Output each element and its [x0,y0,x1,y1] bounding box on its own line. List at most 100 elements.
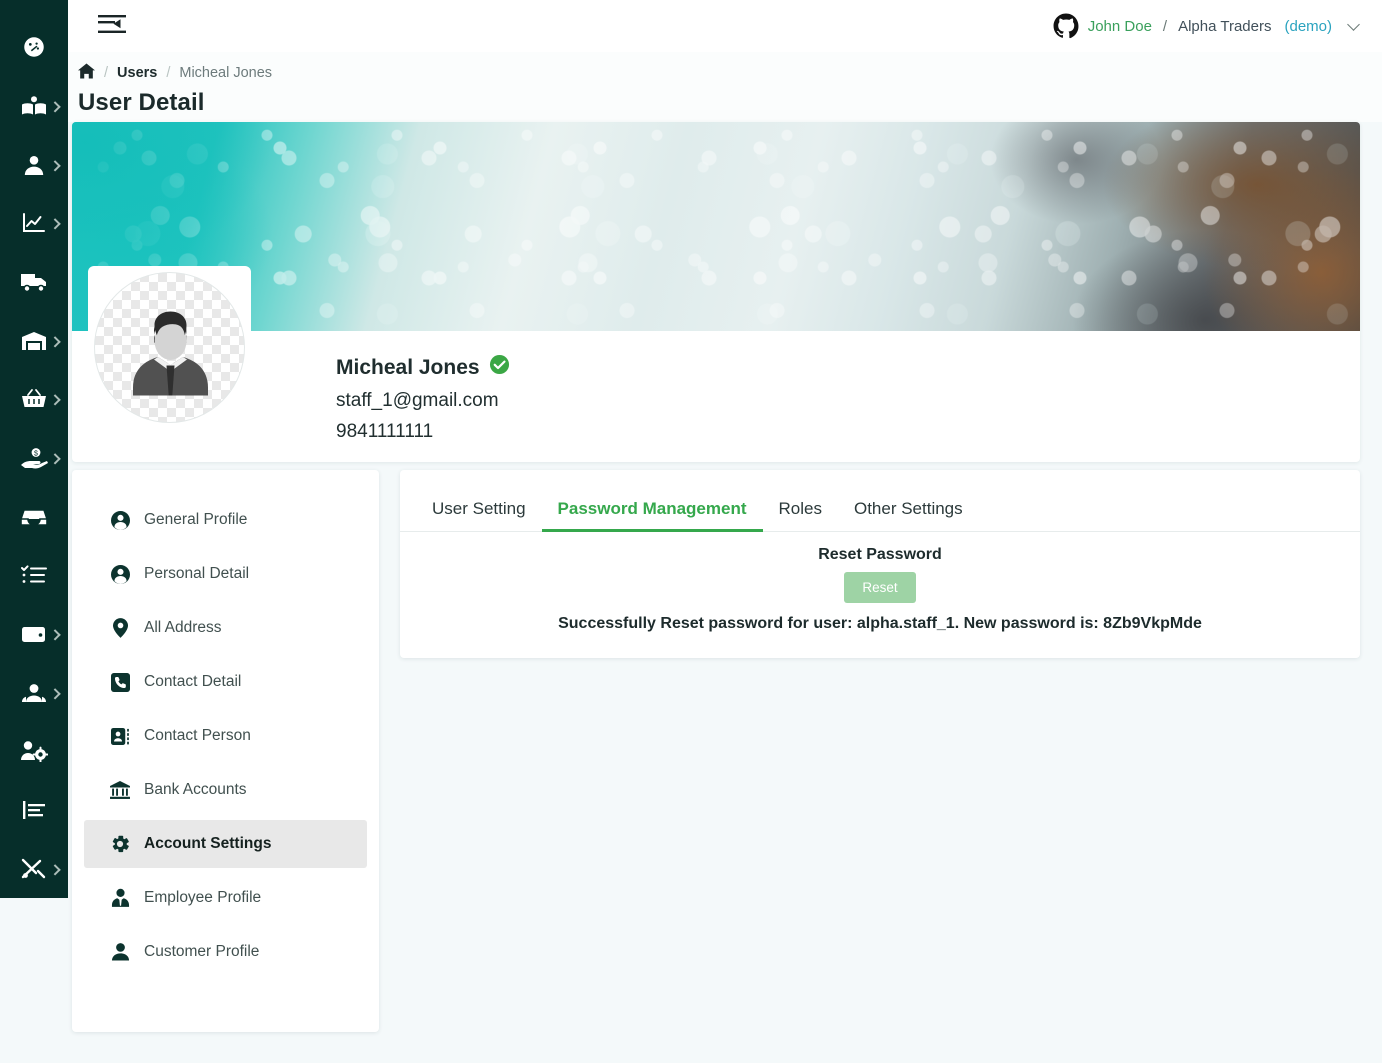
menu-item-label: Personal Detail [144,565,250,582]
inbox-icon [21,507,47,527]
tab-password-management[interactable]: Password Management [541,499,763,532]
account-menu[interactable]: John Doe / Alpha Traders (demo) [1053,13,1360,39]
chart-line-icon [21,211,47,235]
user-solid-icon [110,942,130,962]
menu-fold-icon [98,14,126,38]
id-card-icon [110,727,130,746]
github-mark-icon [1053,13,1079,39]
sidebar-item-payments[interactable]: $ [0,429,68,488]
user-cog-icon [20,740,48,763]
menu-item-label: Account Settings [144,835,272,852]
chevron-right-icon [49,629,61,641]
chevron-right-icon [49,101,61,113]
sidebar-item-delivery[interactable] [0,253,68,312]
sidebar-item-user-management[interactable] [0,722,68,781]
sidebar-collapse-toggle[interactable] [98,14,126,38]
avatar[interactable] [88,266,251,429]
warehouse-icon [21,330,47,352]
primary-icon-sidebar: $ [0,0,68,898]
breadcrumb: / Users / Micheal Jones [78,62,1382,84]
tab-roles[interactable]: Roles [763,499,838,531]
profile-phone: 9841111111 [336,421,434,442]
bar-chart-icon [22,800,46,820]
menu-item-customer-profile[interactable]: Customer Profile [84,928,367,976]
profile-email: staff_1@gmail.com [336,390,499,411]
sidebar-item-sales[interactable] [0,370,68,429]
top-bar: John Doe / Alpha Traders (demo) [68,0,1382,52]
menu-item-label: Contact Person [144,727,251,744]
bank-icon [110,780,130,800]
breadcrumb-separator-2: / [166,65,171,81]
tools-icon [21,858,47,880]
map-pin-icon [110,618,130,638]
menu-item-all-address[interactable]: All Address [84,604,367,652]
chevron-right-icon [49,687,61,700]
account-separator: / [1162,17,1168,35]
menu-item-personal-detail[interactable]: Personal Detail [84,550,367,598]
tab-other-settings[interactable]: Other Settings [838,499,979,531]
shopping-basket-icon [21,388,47,410]
menu-item-contact-person[interactable]: Contact Person [84,712,367,760]
sidebar-item-book-reader[interactable] [0,77,68,136]
book-reader-icon [21,93,47,119]
sidebar-item-analytics[interactable] [0,781,68,840]
page-title: User Detail [78,89,205,116]
wallet-icon [21,624,47,644]
sidebar-item-wallet[interactable] [0,605,68,664]
dashboard-gauge-icon [21,34,47,60]
sidebar-item-inbox[interactable] [0,487,68,546]
hand-money-icon: $ [20,447,48,469]
chevron-down-icon[interactable] [1347,17,1360,31]
user-circle-icon [110,564,130,584]
sidebar-item-customers[interactable] [0,663,68,722]
breadcrumb-link-users[interactable]: Users [117,65,157,81]
tab-user-setting[interactable]: User Setting [416,499,542,531]
user-detail-menu: General Profile Personal Detail All Addr… [72,470,379,1032]
breadcrumb-separator-1: / [104,65,109,81]
chevron-right-icon [49,335,61,348]
chevron-right-icon [49,863,61,876]
users-group-icon [21,683,47,703]
ocean-shore-cover-photo [72,122,1360,331]
svg-text:$: $ [34,451,38,458]
reset-password-heading: Reset Password [818,546,942,563]
settings-panel-card: User Setting Password Management Roles O… [400,470,1360,658]
employee-tie-icon [110,888,130,908]
chevron-right-icon [49,453,61,465]
home-icon[interactable] [78,63,95,83]
menu-item-label: General Profile [144,511,248,528]
account-env-label: (demo) [1284,17,1332,35]
user-icon [22,153,46,177]
reset-password-success-message: Successfully Reset password for user: al… [558,615,1202,632]
menu-item-bank-accounts[interactable]: Bank Accounts [84,766,367,814]
chevron-right-icon [49,394,61,406]
menu-item-employee-profile[interactable]: Employee Profile [84,874,367,922]
user-circle-icon [110,510,130,530]
profile-meta: Micheal Jones staff_1@gmail.com 98411111… [336,354,510,443]
user-profile-card: Micheal Jones staff_1@gmail.com 98411111… [72,122,1360,462]
menu-item-contact-detail[interactable]: Contact Detail [84,658,367,706]
menu-item-label: Bank Accounts [144,781,247,798]
sidebar-item-dashboard[interactable] [0,18,68,77]
sidebar-item-settings-tools[interactable] [0,839,68,898]
chevron-right-icon [49,159,61,172]
menu-item-general-profile[interactable]: General Profile [84,496,367,544]
chevron-right-icon [49,218,61,230]
profile-name-row: Micheal Jones [336,354,510,381]
verified-check-icon [489,354,510,381]
default-user-avatar [94,272,245,423]
menu-item-account-settings[interactable]: Account Settings [84,820,367,868]
account-user-name: John Doe [1087,17,1152,35]
menu-item-label: Employee Profile [144,889,262,906]
profile-name: Micheal Jones [336,355,480,379]
gear-icon [110,834,130,854]
sidebar-item-reports[interactable] [0,194,68,253]
sidebar-item-warehouse[interactable] [0,311,68,370]
breadcrumb-current: Micheal Jones [179,65,273,81]
password-management-panel: Reset Password Reset Successfully Reset … [400,532,1360,633]
sidebar-item-tasks[interactable] [0,546,68,605]
menu-item-label: All Address [144,619,222,636]
settings-tabs: User Setting Password Management Roles O… [400,470,1360,532]
sidebar-item-users[interactable] [0,135,68,194]
reset-password-button[interactable]: Reset [844,572,916,603]
